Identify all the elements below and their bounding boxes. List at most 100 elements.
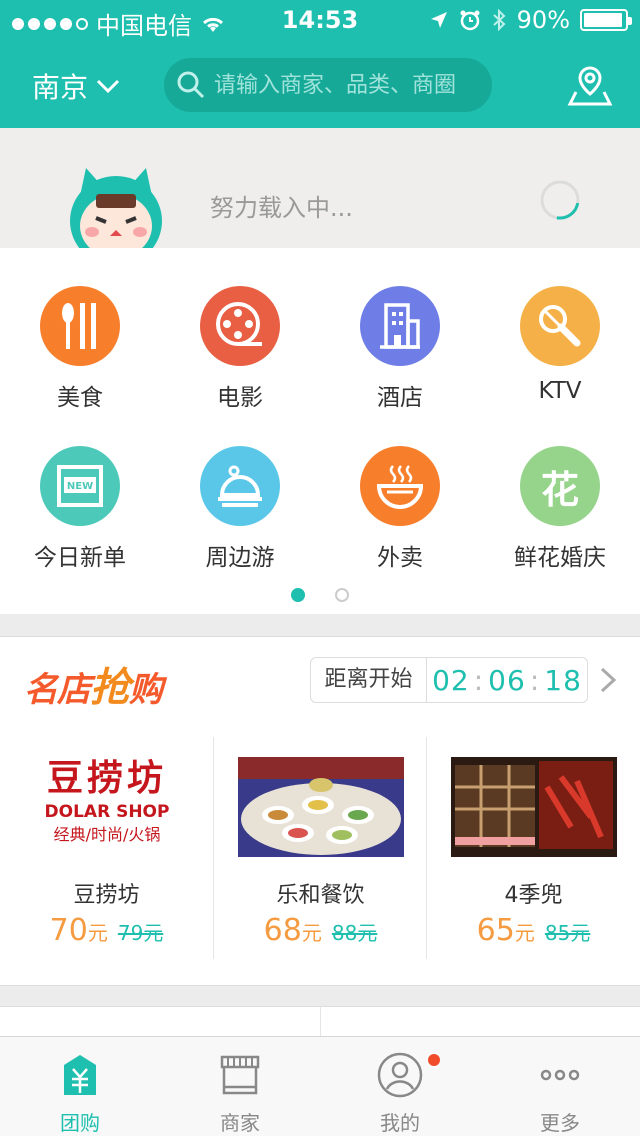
deal-photo-image — [451, 757, 617, 857]
category-ktv[interactable]: KTV — [480, 286, 640, 404]
countdown-seconds: 18 — [544, 663, 582, 697]
chevron-right-icon[interactable] — [598, 665, 618, 695]
building-icon — [380, 303, 420, 349]
category-label: 酒店 — [377, 385, 423, 411]
category-movie[interactable]: 电影 — [160, 286, 320, 412]
price-value: 68 — [263, 913, 302, 948]
top-bar: 中国电信 14:53 90% 南京 — [0, 0, 640, 128]
flash-sale-section: 名店抢购 距离开始 02:06:18 豆捞坊 DOLAR SHOP 经典/时尚/… — [0, 636, 640, 986]
tab-label: 更多 — [540, 1111, 580, 1135]
category-label: 周边游 — [205, 545, 275, 571]
tab-more[interactable]: 更多 — [480, 1037, 640, 1136]
microphone-icon — [539, 305, 581, 347]
category-circle — [40, 286, 120, 366]
flash-sale-title: 名店抢购 — [24, 655, 163, 713]
title-highlight: 抢 — [90, 665, 130, 711]
original-price: 85元 — [544, 921, 591, 945]
film-reel-icon — [216, 302, 262, 346]
user-icon — [377, 1052, 423, 1098]
tab-mine[interactable]: 我的 — [320, 1037, 480, 1136]
tab-label: 团购 — [60, 1111, 100, 1135]
deal-name: 乐和餐饮 — [276, 883, 365, 908]
deal-price: 65元 85元 — [427, 913, 640, 948]
category-circle — [200, 286, 280, 366]
tab-bar: 团购 商家 我的 更多 — [0, 1036, 640, 1136]
loading-spinner-icon — [540, 180, 580, 220]
category-circle: NEW — [40, 446, 120, 526]
page-indicator — [0, 588, 640, 602]
more-icon — [540, 1069, 580, 1081]
deal-photo-image — [238, 757, 404, 857]
deal-name: 豆捞坊 — [73, 883, 140, 908]
tab-label: 商家 — [220, 1111, 260, 1135]
flower-icon: 花 — [540, 467, 579, 512]
page-dot-1[interactable] — [291, 588, 305, 602]
price-value: 70 — [49, 913, 88, 948]
status-bar: 中国电信 14:53 90% — [0, 0, 640, 40]
price-value: 65 — [476, 913, 515, 948]
fork-spoon-icon — [62, 303, 96, 349]
title-part: 购 — [129, 670, 163, 710]
search-bar[interactable] — [164, 58, 492, 112]
logo-title: 豆捞坊 — [46, 758, 167, 799]
bluetooth-icon — [492, 8, 506, 32]
svg-text:NEW: NEW — [67, 481, 93, 492]
category-label: 今日新单 — [34, 545, 126, 571]
category-label: 电影 — [217, 385, 263, 411]
countdown-timer[interactable]: 距离开始 02:06:18 — [310, 657, 588, 703]
new-tag-icon: NEW — [57, 465, 103, 507]
mascot-icon — [70, 168, 162, 248]
category-circle: 花 — [520, 446, 600, 526]
store-icon — [220, 1055, 260, 1095]
deal-card[interactable]: 豆捞坊 DOLAR SHOP 经典/时尚/火锅 豆捞坊 70元 79元 — [0, 737, 213, 959]
city-name: 南京 — [32, 71, 89, 104]
category-hotel[interactable]: 酒店 — [320, 286, 480, 412]
tab-label: 我的 — [380, 1111, 420, 1135]
category-label: 美食 — [57, 385, 103, 411]
battery-percent: 90% — [516, 6, 570, 34]
category-circle — [360, 286, 440, 366]
category-circle — [520, 286, 600, 366]
loading-text: 努力载入中... — [210, 194, 353, 222]
notification-badge — [428, 1054, 440, 1066]
group-buy-icon — [64, 1055, 96, 1095]
price-unit: 元 — [514, 921, 535, 945]
deal-logo-image: 豆捞坊 DOLAR SHOP 经典/时尚/火锅 — [24, 757, 190, 857]
countdown-label: 距离开始 — [311, 657, 427, 703]
price-unit: 元 — [87, 921, 108, 945]
countdown-minutes: 06 — [488, 663, 526, 697]
category-flower-wedding[interactable]: 花 鲜花婚庆 — [480, 446, 640, 572]
tab-store[interactable]: 商家 — [160, 1037, 320, 1136]
original-price: 88元 — [331, 921, 378, 945]
deal-card[interactable]: 乐和餐饮 68元 88元 — [213, 737, 426, 959]
chevron-down-icon — [96, 79, 120, 94]
map-pin-icon[interactable] — [566, 62, 614, 110]
city-selector[interactable]: 南京 — [32, 66, 120, 106]
location-arrow-icon — [430, 12, 447, 28]
category-new-today[interactable]: NEW 今日新单 — [0, 446, 160, 572]
logo-subtitle: DOLAR SHOP — [44, 802, 170, 822]
category-label: KTV — [538, 378, 582, 404]
bowl-icon — [376, 465, 424, 509]
travel-bag-icon — [218, 465, 262, 507]
deal-card[interactable]: 4季兜 65元 85元 — [426, 737, 639, 959]
search-input[interactable] — [214, 72, 484, 98]
tab-group-buy[interactable]: 团购 — [0, 1037, 160, 1136]
deal-price: 68元 88元 — [214, 913, 427, 948]
category-grid: 美食 电影 酒店 KTV NEW 今日新单 周边游 外卖 花 鲜花婚庆 — [0, 248, 640, 614]
countdown-value: 02:06:18 — [432, 663, 582, 697]
deal-name: 4季兜 — [504, 883, 563, 908]
category-takeout[interactable]: 外卖 — [320, 446, 480, 572]
alarm-icon — [460, 10, 480, 31]
title-part: 名店 — [24, 670, 91, 710]
logo-tagline: 经典/时尚/火锅 — [53, 825, 161, 844]
category-food[interactable]: 美食 — [0, 286, 160, 412]
battery-icon — [580, 9, 632, 31]
category-nearby-travel[interactable]: 周边游 — [160, 446, 320, 572]
category-circle — [360, 446, 440, 526]
page-dot-2[interactable] — [335, 588, 349, 602]
category-label: 鲜花婚庆 — [514, 545, 606, 571]
search-icon — [177, 71, 205, 99]
original-price: 79元 — [117, 921, 164, 945]
category-circle — [200, 446, 280, 526]
